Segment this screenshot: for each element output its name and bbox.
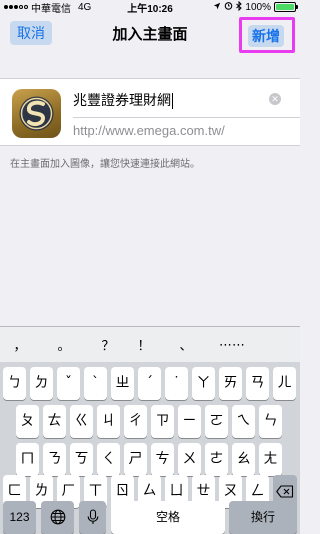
zhuyin-key[interactable]: ㄠ bbox=[232, 443, 255, 476]
url-field: http://www.emega.com.tw/ bbox=[73, 123, 225, 138]
clear-text-icon[interactable]: ✕ bbox=[269, 93, 281, 105]
navigation-bar: 取消 加入主畫面 新增 bbox=[0, 14, 300, 53]
zhuyin-key[interactable]: ㄅ bbox=[3, 367, 26, 400]
punct-key[interactable]: ！ bbox=[128, 335, 160, 354]
zhuyin-keyboard: ， 。 ？ ！ 、 ⋯⋯ ㄅ ㄉ ˇ ˋ ㄓ ˊ ˙ ㄚ ㄞ ㄢ ㄦ ㄆ ㄊ ㄍ… bbox=[0, 326, 300, 534]
zhuyin-key[interactable]: ㄚ bbox=[192, 367, 215, 400]
zhuyin-key[interactable]: ㄛ bbox=[205, 405, 228, 438]
numbers-key[interactable]: 123 bbox=[3, 501, 36, 534]
zhuyin-key[interactable]: ㄆ bbox=[16, 405, 39, 438]
add-button-highlight: 新增 bbox=[239, 17, 295, 53]
zhuyin-key[interactable]: ㄍ bbox=[70, 405, 93, 438]
tone-key[interactable]: ˊ bbox=[138, 367, 161, 400]
add-to-home-form: 兆豐證券理財網 ✕ http://www.emega.com.tw/ bbox=[0, 78, 300, 146]
zhuyin-key[interactable]: ㄨ bbox=[178, 443, 201, 476]
zhuyin-key[interactable]: ㄊ bbox=[43, 405, 66, 438]
battery-icon bbox=[274, 2, 298, 12]
site-icon bbox=[12, 89, 61, 138]
zhuyin-key[interactable]: ㄐ bbox=[97, 405, 120, 438]
zhuyin-key[interactable]: ㄤ bbox=[259, 443, 282, 476]
tone-key[interactable]: ˇ bbox=[57, 367, 80, 400]
keyboard-row-1: ㄅ ㄉ ˇ ˋ ㄓ ˊ ˙ ㄚ ㄞ ㄢ ㄦ bbox=[3, 367, 297, 400]
signal-strength-icon bbox=[4, 5, 28, 9]
battery-percent: 100% bbox=[245, 1, 271, 13]
space-key[interactable]: 空格 bbox=[111, 501, 225, 534]
alarm-icon bbox=[224, 1, 233, 13]
zhuyin-key[interactable]: ㄦ bbox=[273, 367, 296, 400]
network-type: 4G bbox=[78, 1, 92, 13]
zhuyin-key[interactable]: ㄢ bbox=[246, 367, 269, 400]
punct-key[interactable]: ⋯⋯ bbox=[212, 337, 252, 353]
candidate-bar: ， 。 ？ ！ 、 ⋯⋯ bbox=[0, 327, 300, 362]
zhuyin-key[interactable]: ㄣ bbox=[259, 405, 282, 438]
zhuyin-key[interactable]: ㄋ bbox=[43, 443, 66, 476]
return-key[interactable]: 換行 bbox=[229, 501, 297, 534]
zhuyin-key[interactable]: ㄎ bbox=[70, 443, 93, 476]
location-icon bbox=[213, 2, 221, 13]
zhuyin-key[interactable]: ㄧ bbox=[178, 405, 201, 438]
zhuyin-key[interactable]: ㄟ bbox=[232, 405, 255, 438]
text-cursor bbox=[172, 93, 173, 110]
shortcut-name-input[interactable]: 兆豐證券理財網 bbox=[73, 89, 273, 111]
punct-key[interactable]: ， bbox=[0, 335, 40, 354]
zhuyin-key[interactable]: ㄜ bbox=[205, 443, 228, 476]
keyboard-row-3: ㄇ ㄋ ㄎ ㄑ ㄕ ㄘ ㄨ ㄜ ㄠ ㄤ bbox=[3, 443, 297, 476]
keyboard-row-2: ㄆ ㄊ ㄍ ㄐ ㄔ ㄗ ㄧ ㄛ ㄟ ㄣ bbox=[3, 405, 297, 438]
keyboard-row-5: 123 空格 換行 bbox=[3, 501, 297, 534]
zhuyin-key[interactable]: ㄞ bbox=[219, 367, 242, 400]
punct-key[interactable]: ？ bbox=[88, 335, 128, 354]
zhuyin-key[interactable]: ㄇ bbox=[16, 443, 39, 476]
carrier-name: 中華電信 bbox=[31, 3, 71, 15]
field-divider bbox=[73, 117, 300, 118]
zhuyin-key[interactable]: ㄔ bbox=[124, 405, 147, 438]
dictation-key[interactable] bbox=[79, 501, 106, 534]
tone-key[interactable]: ˙ bbox=[165, 367, 188, 400]
microphone-icon bbox=[87, 509, 98, 524]
punct-key[interactable]: 。 bbox=[40, 335, 88, 354]
add-button[interactable]: 新增 bbox=[248, 25, 284, 47]
status-bar: 中華電信 4G 上午10:26 100% bbox=[0, 0, 300, 15]
zhuyin-key[interactable]: ㄉ bbox=[30, 367, 53, 400]
cancel-button[interactable]: 取消 bbox=[10, 21, 52, 45]
punct-key[interactable]: 、 bbox=[160, 335, 212, 354]
zhuyin-key[interactable]: ㄘ bbox=[151, 443, 174, 476]
shortcut-name-value: 兆豐證券理財網 bbox=[73, 92, 171, 108]
zhuyin-key[interactable]: ㄕ bbox=[124, 443, 147, 476]
zhuyin-key[interactable]: ㄑ bbox=[97, 443, 120, 476]
hint-text: 在主畫面加入圖像，讓您快速連接此網站。 bbox=[10, 159, 200, 170]
tone-key[interactable]: ˋ bbox=[84, 367, 107, 400]
zhuyin-key[interactable]: ㄗ bbox=[151, 405, 174, 438]
battery-level bbox=[276, 4, 294, 10]
backspace-icon bbox=[276, 484, 294, 498]
zhuyin-key[interactable]: ㄓ bbox=[111, 367, 134, 400]
globe-key[interactable] bbox=[41, 501, 74, 534]
bluetooth-icon bbox=[236, 0, 243, 14]
globe-icon bbox=[50, 509, 65, 525]
